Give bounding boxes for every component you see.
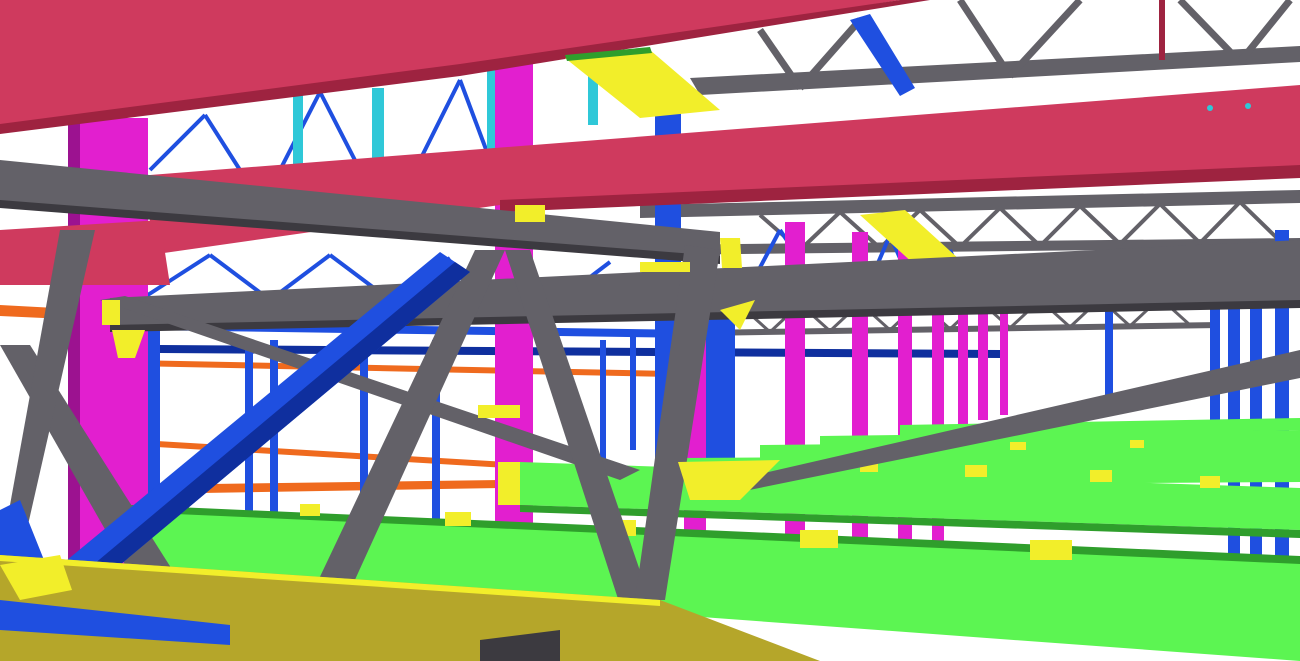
gusset-plate: [640, 262, 690, 272]
cyan-post: [372, 88, 384, 158]
beam-clip: [1030, 540, 1072, 560]
model-viewport[interactable]: [0, 0, 1300, 661]
gusset-plate: [515, 205, 545, 222]
gusset-plate: [102, 300, 120, 325]
magenta-column: [978, 300, 988, 420]
beam-clip: [1200, 476, 1220, 488]
cyan-post: [293, 95, 303, 165]
beam-clip: [965, 465, 987, 477]
mid-walkway: [860, 210, 960, 265]
beam-clip: [1090, 470, 1112, 482]
gusset-plate: [720, 238, 742, 268]
beam-clip: [1130, 440, 1144, 448]
bolt-icon: [1245, 103, 1251, 109]
beam-clip: [445, 512, 471, 526]
beam-clip: [1010, 442, 1026, 450]
gusset-plate: [498, 462, 520, 505]
magenta-column: [1000, 305, 1008, 415]
blue-column: [705, 300, 735, 460]
blue-column: [630, 330, 636, 450]
blue-column: [600, 340, 606, 460]
beam-clip: [300, 504, 320, 516]
gusset-plate: [478, 405, 520, 418]
bolt-icon: [1207, 105, 1213, 111]
beam-clip: [800, 530, 838, 548]
steel-structure-3d-view[interactable]: [0, 0, 1300, 661]
